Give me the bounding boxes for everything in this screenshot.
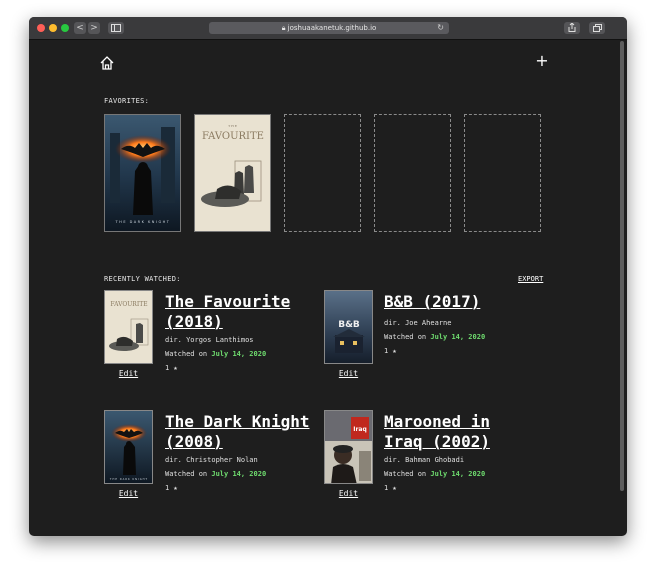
share-button[interactable] xyxy=(564,22,580,34)
movie-director: dir. Christopher Nolan xyxy=(165,456,258,464)
browser-window: < > 🔒︎ joshuaakanetuk.github.io ↻ + FAVO… xyxy=(29,17,627,536)
share-icon xyxy=(568,22,576,32)
movie-rating: 1 ★ xyxy=(165,484,178,492)
forward-icon: > xyxy=(90,23,98,33)
forward-button[interactable]: > xyxy=(88,22,100,34)
add-icon[interactable]: + xyxy=(535,53,549,69)
movie-poster-marooned-in-iraq[interactable]: Iraq xyxy=(324,410,373,484)
edit-link[interactable]: Edit xyxy=(104,489,153,498)
movie-title-line2: (2018) xyxy=(165,312,223,331)
marooned-poster-image: Iraq xyxy=(325,411,372,483)
movie-title[interactable]: Marooned in Iraq (2002) xyxy=(384,412,490,452)
favorite-empty-slot[interactable] xyxy=(374,114,451,232)
back-button[interactable]: < xyxy=(74,22,86,34)
dark-knight-poster-image: THE DARK KNIGHT xyxy=(105,411,152,483)
favourite-poster-image: THE FAVOURITE xyxy=(195,115,270,231)
dark-knight-poster-text: THE DARK KNIGHT xyxy=(110,477,148,481)
watched-date: Watched on July 14, 2020 xyxy=(384,470,485,478)
date-value: July 14, 2020 xyxy=(211,470,267,478)
movie-rating: 1 ★ xyxy=(384,484,397,492)
edit-link[interactable]: Edit xyxy=(104,369,153,378)
date-value: July 14, 2020 xyxy=(430,470,486,478)
favorite-poster-favourite[interactable]: THE FAVOURITE xyxy=(194,114,271,232)
favorites-label: FAVORITES: xyxy=(104,97,150,105)
page-content: + FAVORITES: THE DARK KNIGHT THE FAVOURI… xyxy=(29,39,627,536)
sidebar-toggle-button[interactable] xyxy=(108,22,124,34)
movie-title-line2: (2008) xyxy=(165,432,223,451)
marooned-poster-text: Iraq xyxy=(353,426,367,433)
favourite-poster-title: FAVOURITE xyxy=(110,301,147,308)
url-text: joshuaakanetuk.github.io xyxy=(287,24,377,32)
edit-link[interactable]: Edit xyxy=(324,489,373,498)
dark-knight-poster-text: THE DARK KNIGHT xyxy=(115,220,171,224)
movie-title[interactable]: B&B (2017) xyxy=(384,292,480,312)
watched-date: Watched on July 14, 2020 xyxy=(384,333,485,341)
movie-poster-bb[interactable]: B&B xyxy=(324,290,373,364)
dark-knight-poster-image: THE DARK KNIGHT xyxy=(105,115,180,231)
sidebar-icon xyxy=(111,24,121,32)
watched-prefix: Watched on xyxy=(384,333,427,341)
movie-title-line1: Marooned in xyxy=(384,412,490,431)
zoom-window-button[interactable] xyxy=(61,24,69,32)
watched-prefix: Watched on xyxy=(384,470,427,478)
address-bar[interactable]: 🔒︎ joshuaakanetuk.github.io ↻ xyxy=(209,22,449,34)
movie-director: dir. Bahman Ghobadi xyxy=(384,456,465,464)
export-link[interactable]: EXPORT xyxy=(518,275,543,283)
favourite-poster-image: FAVOURITE xyxy=(105,291,152,363)
movie-director: dir. Joe Ahearne xyxy=(384,319,452,327)
watched-date: Watched on July 14, 2020 xyxy=(165,470,266,478)
movie-title-line1: The Dark Knight xyxy=(165,412,310,431)
movie-poster-favourite[interactable]: FAVOURITE xyxy=(104,290,153,364)
watched-date: Watched on July 14, 2020 xyxy=(165,350,266,358)
watched-prefix: Watched on xyxy=(165,350,208,358)
reload-icon[interactable]: ↻ xyxy=(437,22,444,34)
edit-link[interactable]: Edit xyxy=(324,369,373,378)
home-icon[interactable] xyxy=(99,55,115,71)
close-window-button[interactable] xyxy=(37,24,45,32)
date-value: July 14, 2020 xyxy=(430,333,486,341)
favourite-poster-small-text: THE xyxy=(228,124,238,128)
back-icon: < xyxy=(76,23,84,33)
movie-director: dir. Yorgos Lanthimos xyxy=(165,336,254,344)
movie-title[interactable]: The Dark Knight (2008) xyxy=(165,412,310,452)
bb-poster-text: B&B xyxy=(338,320,360,330)
movie-rating: 1 ★ xyxy=(384,347,397,355)
movie-title-line1: The Favourite xyxy=(165,292,291,311)
lock-icon: 🔒︎ xyxy=(281,24,286,32)
bb-poster-image: B&B xyxy=(325,291,372,363)
movie-rating: 1 ★ xyxy=(165,364,178,372)
movie-poster-dark-knight[interactable]: THE DARK KNIGHT xyxy=(104,410,153,484)
browser-toolbar: < > 🔒︎ joshuaakanetuk.github.io ↻ xyxy=(29,17,627,40)
favorite-poster-dark-knight[interactable]: THE DARK KNIGHT xyxy=(104,114,181,232)
tabs-icon xyxy=(592,24,602,32)
date-value: July 14, 2020 xyxy=(211,350,267,358)
movie-title-line1: B&B (2017) xyxy=(384,292,481,311)
favourite-poster-title: FAVOURITE xyxy=(202,131,264,142)
movie-title-line2: Iraq (2002) xyxy=(384,432,490,451)
recently-watched-label: RECENTLY WATCHED: xyxy=(104,275,181,283)
movie-title[interactable]: The Favourite (2018) xyxy=(165,292,290,332)
favorite-empty-slot[interactable] xyxy=(284,114,361,232)
watched-prefix: Watched on xyxy=(165,470,208,478)
favorite-empty-slot[interactable] xyxy=(464,114,541,232)
tabs-button[interactable] xyxy=(589,22,605,34)
minimize-window-button[interactable] xyxy=(49,24,57,32)
